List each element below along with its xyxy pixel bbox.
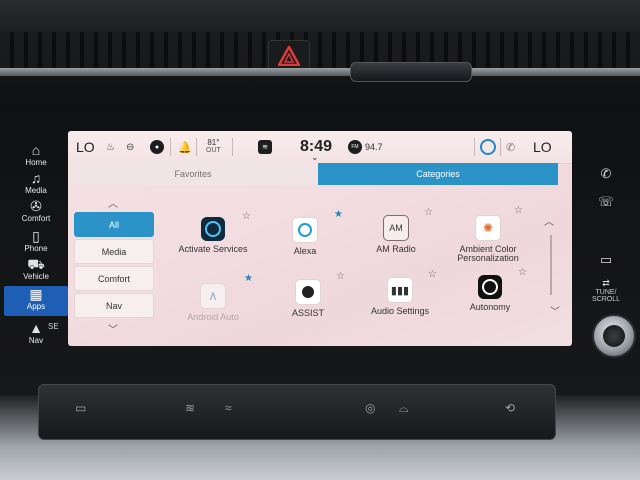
front-defrost-icon[interactable]: ⌓ [399, 401, 409, 416]
category-media[interactable]: Media [74, 239, 154, 264]
phone-button[interactable]: ▯ Phone [4, 228, 68, 258]
chevron-up-icon[interactable]: ︿ [108, 195, 118, 210]
seat-cool-icon[interactable]: ≈ [225, 401, 232, 415]
alexa-ring-icon [480, 139, 496, 155]
divider [474, 138, 475, 156]
favorite-star-outline-icon[interactable]: ☆ [428, 269, 437, 280]
tune-arrows-icon: ⇄ [602, 278, 610, 288]
apps-grid-icon: ▦ [29, 286, 43, 302]
screen-off-button[interactable]: ▭ [586, 252, 626, 268]
alexa-icon [292, 217, 318, 243]
favorite-star-outline-icon[interactable]: ☆ [242, 211, 251, 222]
favorite-star-filled-icon[interactable]: ★ [334, 209, 343, 220]
seat-heat-icon[interactable]: ≋ [185, 401, 195, 415]
air-vent [0, 32, 640, 68]
app-autonomy[interactable]: Autonomy [440, 275, 540, 335]
ambient-color-icon: ✺ [475, 215, 501, 241]
scroll-down-chevron-icon[interactable]: ﹀ [550, 303, 560, 318]
app-android-auto[interactable]: ∧ Android Auto [163, 283, 263, 343]
voice-button[interactable]: ☏ [586, 194, 626, 210]
apps-button[interactable]: ▦ Apps [4, 286, 68, 316]
compass-heading: SE [48, 322, 59, 331]
chrome-trim [0, 68, 640, 76]
music-note-icon: ♫ [30, 170, 42, 186]
app-audio-settings[interactable]: ▮▮▮ Audio Settings [350, 277, 450, 337]
home-button[interactable]: ⌂ Home [4, 142, 68, 172]
media-button[interactable]: ♫ Media [4, 170, 68, 200]
divider [196, 138, 197, 156]
am-radio-icon: AM [383, 215, 409, 241]
app-ambient-color[interactable]: ✺ Ambient Color Personalization [438, 215, 538, 275]
autonomy-icon [478, 275, 502, 299]
favorite-star-filled-icon[interactable]: ★ [244, 273, 253, 284]
apps-scrollbar[interactable] [550, 235, 552, 295]
outside-temperature: 81° OUT [206, 138, 221, 155]
wifi-icon: ≋ [258, 140, 272, 154]
app-tabs: Favorites Categories [68, 163, 572, 187]
seat-fan-icon: ✇ [30, 198, 42, 214]
divider [232, 138, 233, 156]
favorite-star-outline-icon[interactable]: ☆ [514, 205, 523, 216]
android-auto-icon: ∧ [200, 283, 226, 309]
recirculation-icon[interactable]: ⟲ [505, 401, 515, 415]
favorite-star-outline-icon[interactable]: ☆ [518, 267, 527, 278]
app-alexa[interactable]: Alexa [255, 217, 355, 277]
user-icon: ● [150, 140, 164, 154]
heated-seat-icon[interactable]: ♨ [106, 131, 115, 163]
favorite-star-outline-icon[interactable]: ☆ [424, 207, 433, 218]
vent-control-clip[interactable] [350, 62, 472, 82]
now-playing-radio[interactable]: FM 94.7 [348, 131, 383, 163]
app-activate-services[interactable]: Activate Services [163, 217, 263, 277]
scroll-up-chevron-icon[interactable]: ︿ [544, 213, 554, 228]
tune-scroll-knob[interactable] [592, 314, 636, 358]
tab-favorites[interactable]: Favorites [68, 163, 318, 185]
category-all[interactable]: All [74, 212, 154, 237]
audio-equalizer-icon: ▮▮▮ [387, 277, 413, 303]
screen-icon: ▭ [599, 252, 613, 267]
voice-command-icon: ☏ [597, 194, 615, 209]
phone-call-icon: ✆ [600, 166, 612, 181]
category-comfort[interactable]: Comfort [74, 266, 154, 291]
home-icon: ⌂ [31, 142, 41, 158]
chevron-down-icon[interactable]: ﹀ [108, 321, 118, 336]
app-am-radio[interactable]: AM AM Radio [346, 215, 446, 275]
divider [500, 138, 501, 156]
steering-wheel-icon[interactable]: ⊖ [126, 131, 134, 163]
comfort-button[interactable]: ✇ Comfort [4, 198, 68, 228]
car-icon: ⛟ [27, 256, 45, 272]
status-bar: LO ♨ ⊖ ● 🔔 81° OUT ≋ 8:49 ⌄ FM 94.7 ✆ LO [68, 131, 572, 164]
infotainment-screen: LO ♨ ⊖ ● 🔔 81° OUT ≋ 8:49 ⌄ FM 94.7 ✆ LO… [68, 131, 572, 346]
app-assist[interactable]: ASSIST [258, 279, 358, 339]
wifi-status[interactable]: ≋ [258, 131, 272, 163]
alexa-status[interactable] [480, 131, 496, 163]
favorite-star-outline-icon[interactable]: ☆ [336, 271, 345, 282]
driver-temp[interactable]: LO [76, 131, 95, 163]
steering-heat-icon[interactable]: ◎ [365, 401, 375, 415]
phone-icon: ▯ [32, 228, 40, 244]
call-button[interactable]: ✆ [586, 166, 626, 182]
tune-scroll-label: ⇄ TUNE/ SCROLL [586, 278, 626, 303]
passenger-temp[interactable]: LO [533, 131, 552, 163]
divider [170, 138, 171, 156]
user-profile-button[interactable]: ● [150, 131, 164, 163]
category-nav[interactable]: Nav [74, 293, 154, 318]
hazard-icon [278, 46, 300, 66]
assist-headset-icon [295, 279, 321, 305]
radio-frequency: 94.7 [365, 142, 383, 152]
notification-bell-icon[interactable]: 🔔 [178, 131, 192, 163]
activate-services-icon [201, 217, 225, 241]
tab-categories[interactable]: Categories [318, 163, 558, 185]
dashboard-top [0, 0, 640, 118]
climate-control-strip: ▭ ≋ ≈ ◎ ⌓ ⟲ [38, 384, 556, 440]
rear-defrost-icon[interactable]: ▭ [75, 401, 86, 415]
vehicle-button[interactable]: ⛟ Vehicle [4, 256, 68, 286]
phone-status-icon[interactable]: ✆ [506, 131, 515, 163]
radio-badge: FM [348, 140, 362, 154]
